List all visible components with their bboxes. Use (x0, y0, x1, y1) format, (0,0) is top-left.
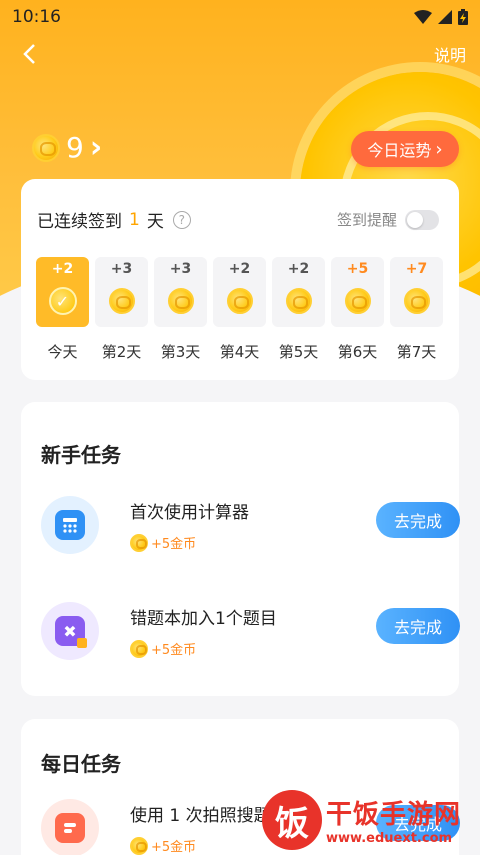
signin-suffix: 天 (146, 212, 164, 232)
today-fortune-label: 今日运势 (367, 141, 432, 160)
checked-coin-icon: ✓ (48, 287, 77, 315)
signin-day-label: 第4天 (219, 343, 260, 361)
signin-day-points: +5 (346, 261, 369, 277)
signin-day-points: +7 (405, 261, 428, 277)
signin-day-label: 第7天 (396, 343, 437, 361)
task-reward: +5金币 (130, 533, 196, 552)
signin-day: +7 第7天 (390, 257, 443, 362)
signal-icon (438, 10, 452, 24)
signin-days-row: +2 ✓ 今天 +3 第2天 +3 第3天 +2 第4天 +2 第5天 +5 第6天 +7 第7天 (36, 257, 443, 362)
watermark-url: www.eduext.com (326, 831, 453, 846)
coin-icon (226, 288, 253, 314)
signin-day-points: +2 (51, 261, 74, 277)
watermark-logo: 饭 (262, 790, 322, 850)
signin-day-tile[interactable]: +2 ✓ (36, 257, 89, 327)
signin-reminder: 签到提醒 (337, 209, 439, 230)
task-name: 错题本加入1个题目 (130, 609, 277, 629)
coin-icon (285, 288, 312, 314)
coin-balance-value: 9 (66, 131, 84, 164)
watermark: 饭 干饭手游网 www.eduext.com (262, 790, 472, 850)
coin-icon (167, 288, 194, 314)
signin-day-label: 第5天 (278, 343, 319, 361)
help-icon[interactable]: ? (172, 210, 191, 229)
go-complete-button[interactable]: 去完成 (376, 608, 460, 644)
signin-day-label: 第3天 (160, 343, 201, 361)
chevron-right-icon: › (435, 138, 443, 160)
new-tasks-card: 新手任务 首次使用计算器 +5金币 去完成 ✖ 错题本加入1个题目 +5金币 去… (21, 402, 460, 696)
task-row: 首次使用计算器 +5金币 去完成 (41, 496, 460, 566)
today-fortune-button[interactable]: 今日运势 › (351, 131, 459, 167)
corner-badge-icon (77, 638, 87, 648)
go-complete-button[interactable]: 去完成 (376, 502, 460, 538)
reminder-label: 签到提醒 (336, 211, 397, 229)
signin-day-points: +3 (110, 261, 133, 277)
signin-day: +2 ✓ 今天 (36, 257, 89, 362)
signin-day-points: +3 (169, 261, 192, 277)
task-name: 使用 1 次拍照搜题 (130, 806, 271, 826)
task-name: 首次使用计算器 (130, 503, 249, 523)
calculator-icon (41, 496, 99, 554)
coin-icon (130, 639, 148, 658)
task-reward-text: +5金币 (151, 537, 197, 552)
top-nav: 说明 (0, 36, 480, 72)
explain-link[interactable]: 说明 (434, 42, 466, 66)
status-time: 10:16 (12, 7, 61, 27)
watermark-name: 干饭手游网 (326, 800, 462, 830)
back-arrow-icon[interactable] (14, 43, 44, 65)
chevron-right-icon: › (89, 130, 103, 165)
calculator-grid-icon (63, 518, 77, 533)
coin-icon (130, 533, 148, 552)
status-icons (414, 9, 468, 25)
wifi-icon (414, 10, 432, 24)
signin-day-tile: +3 (154, 257, 207, 327)
task-reward: +5金币 (130, 836, 196, 855)
signin-day-label: 今天 (47, 343, 78, 361)
task-reward: +5金币 (130, 639, 196, 658)
coin-icon (108, 288, 135, 314)
new-tasks-title: 新手任务 (41, 443, 121, 467)
signin-day: +3 第3天 (154, 257, 207, 362)
signin-day-points: +2 (287, 261, 310, 277)
battery-charging-icon (458, 9, 468, 25)
signin-day-tile: +5 (331, 257, 384, 327)
signin-day-tile: +2 (213, 257, 266, 327)
signin-card: 已连续签到 1 天 ? 签到提醒 +2 ✓ 今天 +3 第2天 +3 第3天 +2 第4天 +2 第… (21, 179, 459, 380)
status-bar: 10:16 (0, 0, 480, 34)
photo-search-icon (41, 799, 99, 855)
task-reward-text: +5金币 (151, 840, 197, 855)
signin-day-label: 第6天 (337, 343, 378, 361)
signin-day: +2 第5天 (272, 257, 325, 362)
signin-day-tile: +7 (390, 257, 443, 327)
wrong-book-icon: ✖ (41, 602, 99, 660)
coin-balance[interactable]: 9 › (32, 130, 102, 165)
photo-search-glyph-icon (64, 823, 76, 833)
coin-icon (130, 836, 148, 855)
coin-icon (344, 288, 371, 314)
signin-day-tile: +3 (95, 257, 148, 327)
signin-prefix: 已连续签到 (37, 212, 122, 232)
daily-tasks-title: 每日任务 (41, 752, 121, 776)
signin-day-points: +2 (228, 261, 251, 277)
reminder-toggle[interactable] (405, 209, 439, 230)
signin-streak: 已连续签到 1 天 ? (37, 207, 191, 232)
signin-day: +3 第2天 (95, 257, 148, 362)
task-row: ✖ 错题本加入1个题目 +5金币 去完成 (41, 602, 460, 672)
cross-mark-icon: ✖ (63, 621, 77, 641)
signin-day: +5 第6天 (331, 257, 384, 362)
signin-day: +2 第4天 (213, 257, 266, 362)
coin-icon (32, 133, 60, 162)
task-reward-text: +5金币 (151, 643, 197, 658)
signin-days: 1 (129, 209, 140, 230)
signin-day-label: 第2天 (101, 343, 142, 361)
signin-day-tile: +2 (272, 257, 325, 327)
coin-icon (403, 288, 430, 314)
